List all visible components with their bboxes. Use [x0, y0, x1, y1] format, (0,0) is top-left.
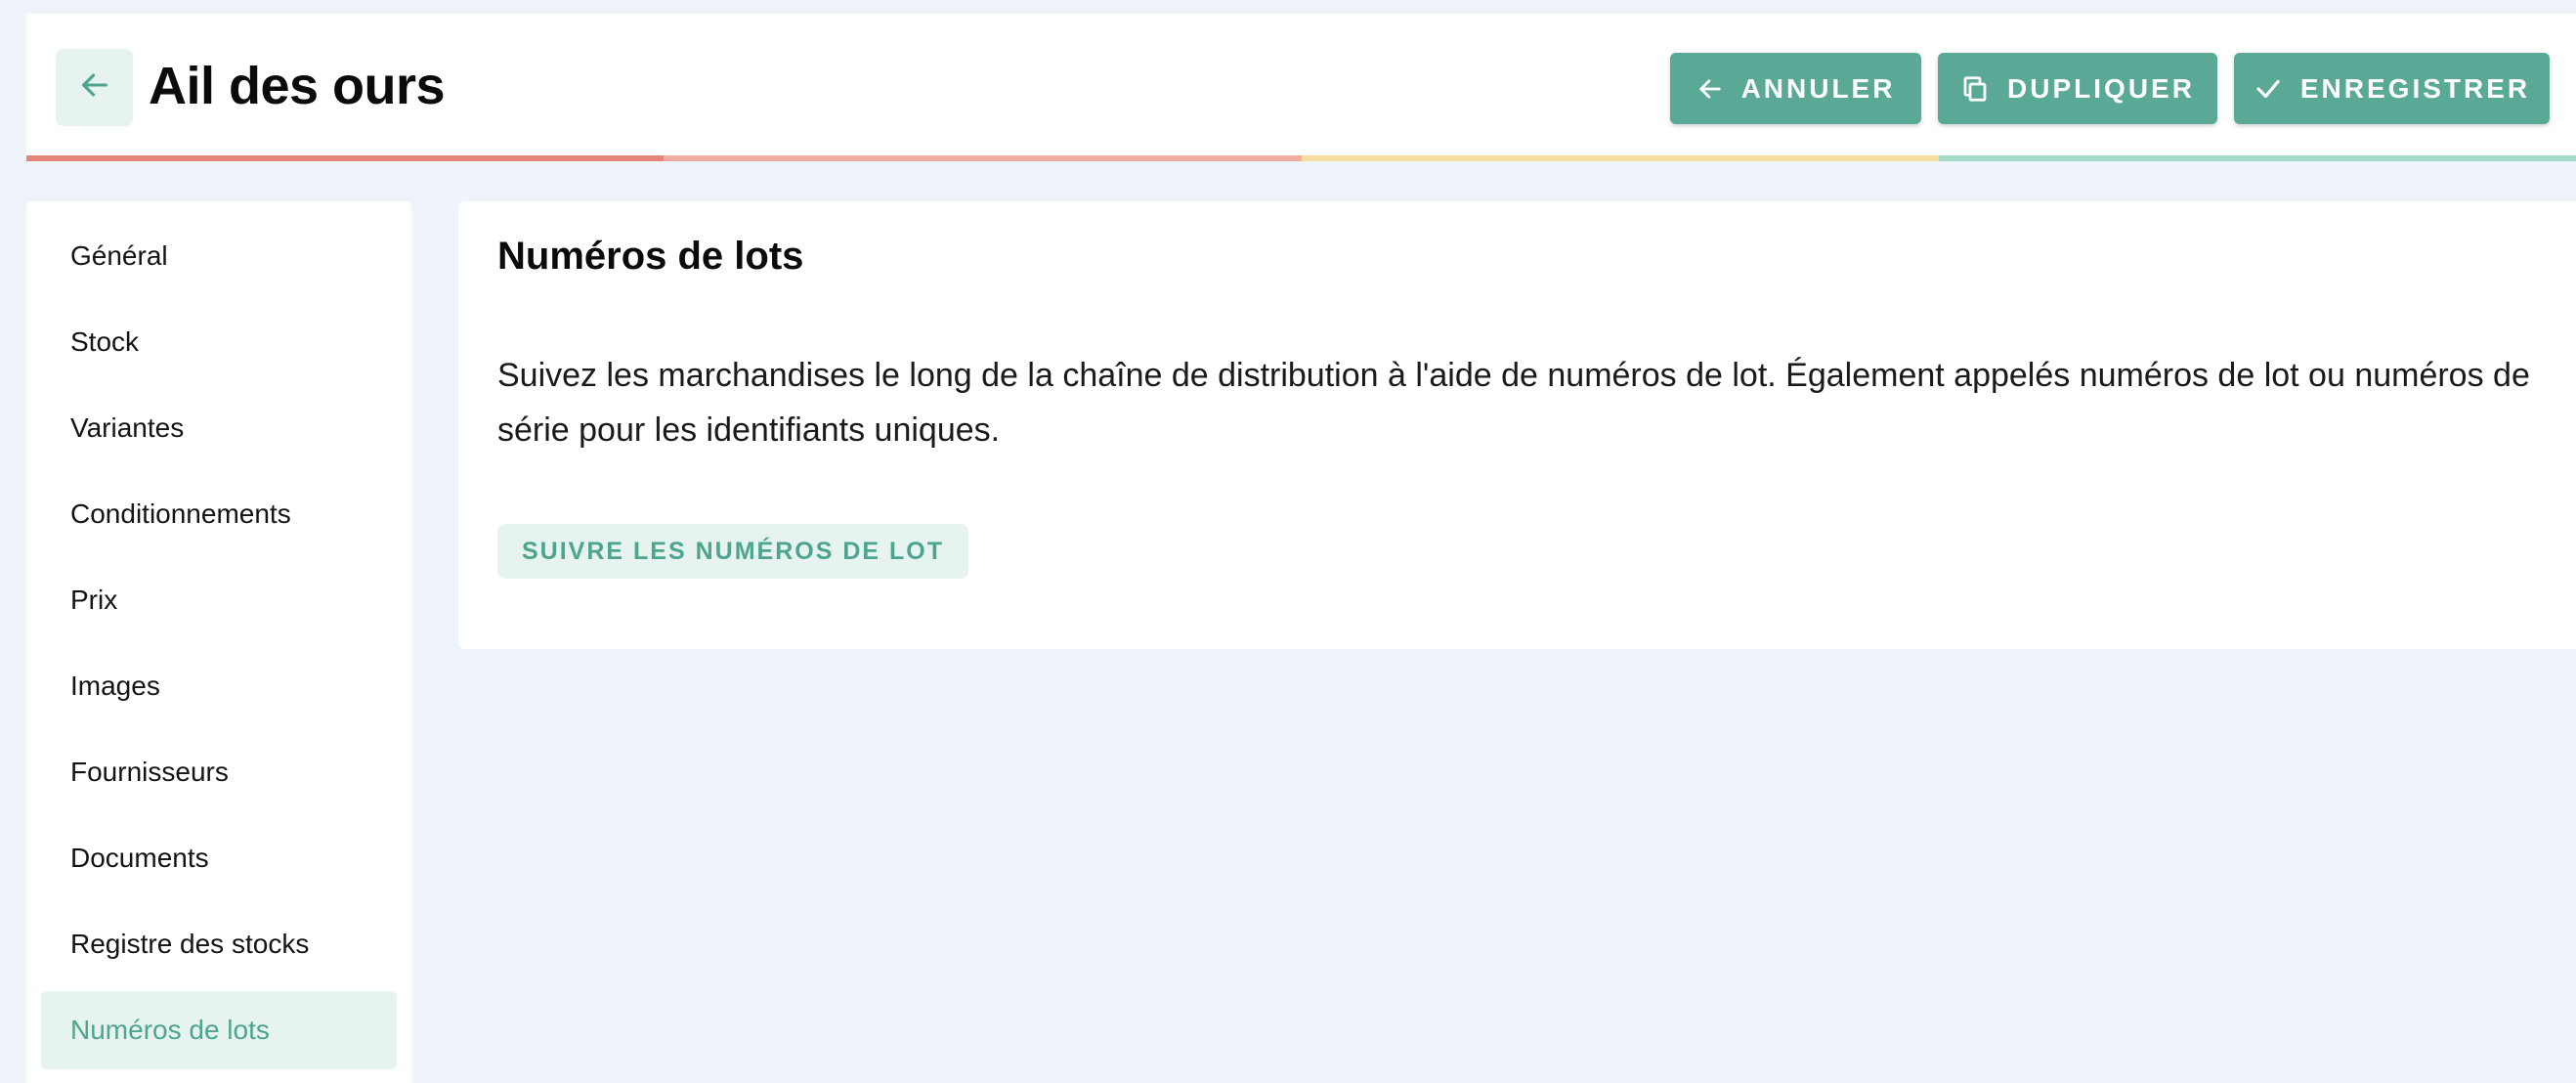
progress-segment — [1301, 155, 1939, 161]
sidebar-item-images[interactable]: Images — [41, 647, 397, 725]
sidebar-item-general[interactable]: Général — [41, 217, 397, 295]
lot-numbers-card: Numéros de lots Suivez les marchandises … — [458, 201, 2576, 649]
section-title: Numéros de lots — [497, 235, 804, 278]
progress-bar — [26, 155, 2576, 161]
check-icon — [2254, 74, 2283, 104]
duplicate-button[interactable]: DUPLIQUER — [1938, 53, 2217, 124]
sidebar-nav: Général Stock Variantes Conditionnements… — [26, 201, 411, 1083]
header-actions: ANNULER DUPLIQUER ENREGISTRER — [1670, 53, 2550, 124]
page-title: Ail des ours — [149, 57, 446, 115]
duplicate-button-label: DUPLIQUER — [2007, 72, 2195, 104]
cancel-button-label: ANNULER — [1740, 72, 1896, 104]
save-button[interactable]: ENREGISTRER — [2234, 53, 2550, 124]
sidebar-item-variants[interactable]: Variantes — [41, 389, 397, 467]
back-button[interactable] — [56, 49, 133, 126]
sidebar-item-documents[interactable]: Documents — [41, 819, 397, 897]
sidebar-item-price[interactable]: Prix — [41, 561, 397, 639]
sidebar-item-stock-register[interactable]: Registre des stocks — [41, 905, 397, 983]
copy-icon — [1960, 74, 1990, 104]
section-description: Suivez les marchandises le long de la ch… — [497, 357, 2530, 449]
arrow-left-icon — [78, 68, 111, 107]
header-bar: Ail des ours ANNULER DUPLIQUER ENREGISTR… — [26, 14, 2576, 161]
track-lot-numbers-button[interactable]: SUIVRE LES NUMÉROS DE LOT — [497, 524, 968, 579]
sidebar-item-packaging[interactable]: Conditionnements — [41, 475, 397, 553]
save-button-label: ENREGISTRER — [2299, 72, 2531, 104]
sidebar-item-lot-numbers[interactable]: Numéros de lots — [41, 991, 397, 1069]
progress-segment — [1938, 155, 2576, 161]
sidebar-item-suppliers[interactable]: Fournisseurs — [41, 733, 397, 811]
progress-segment — [664, 155, 1302, 161]
arrow-left-icon — [1696, 75, 1724, 103]
progress-segment — [26, 155, 665, 161]
sidebar-item-stock[interactable]: Stock — [41, 303, 397, 381]
cancel-button[interactable]: ANNULER — [1670, 53, 1921, 124]
